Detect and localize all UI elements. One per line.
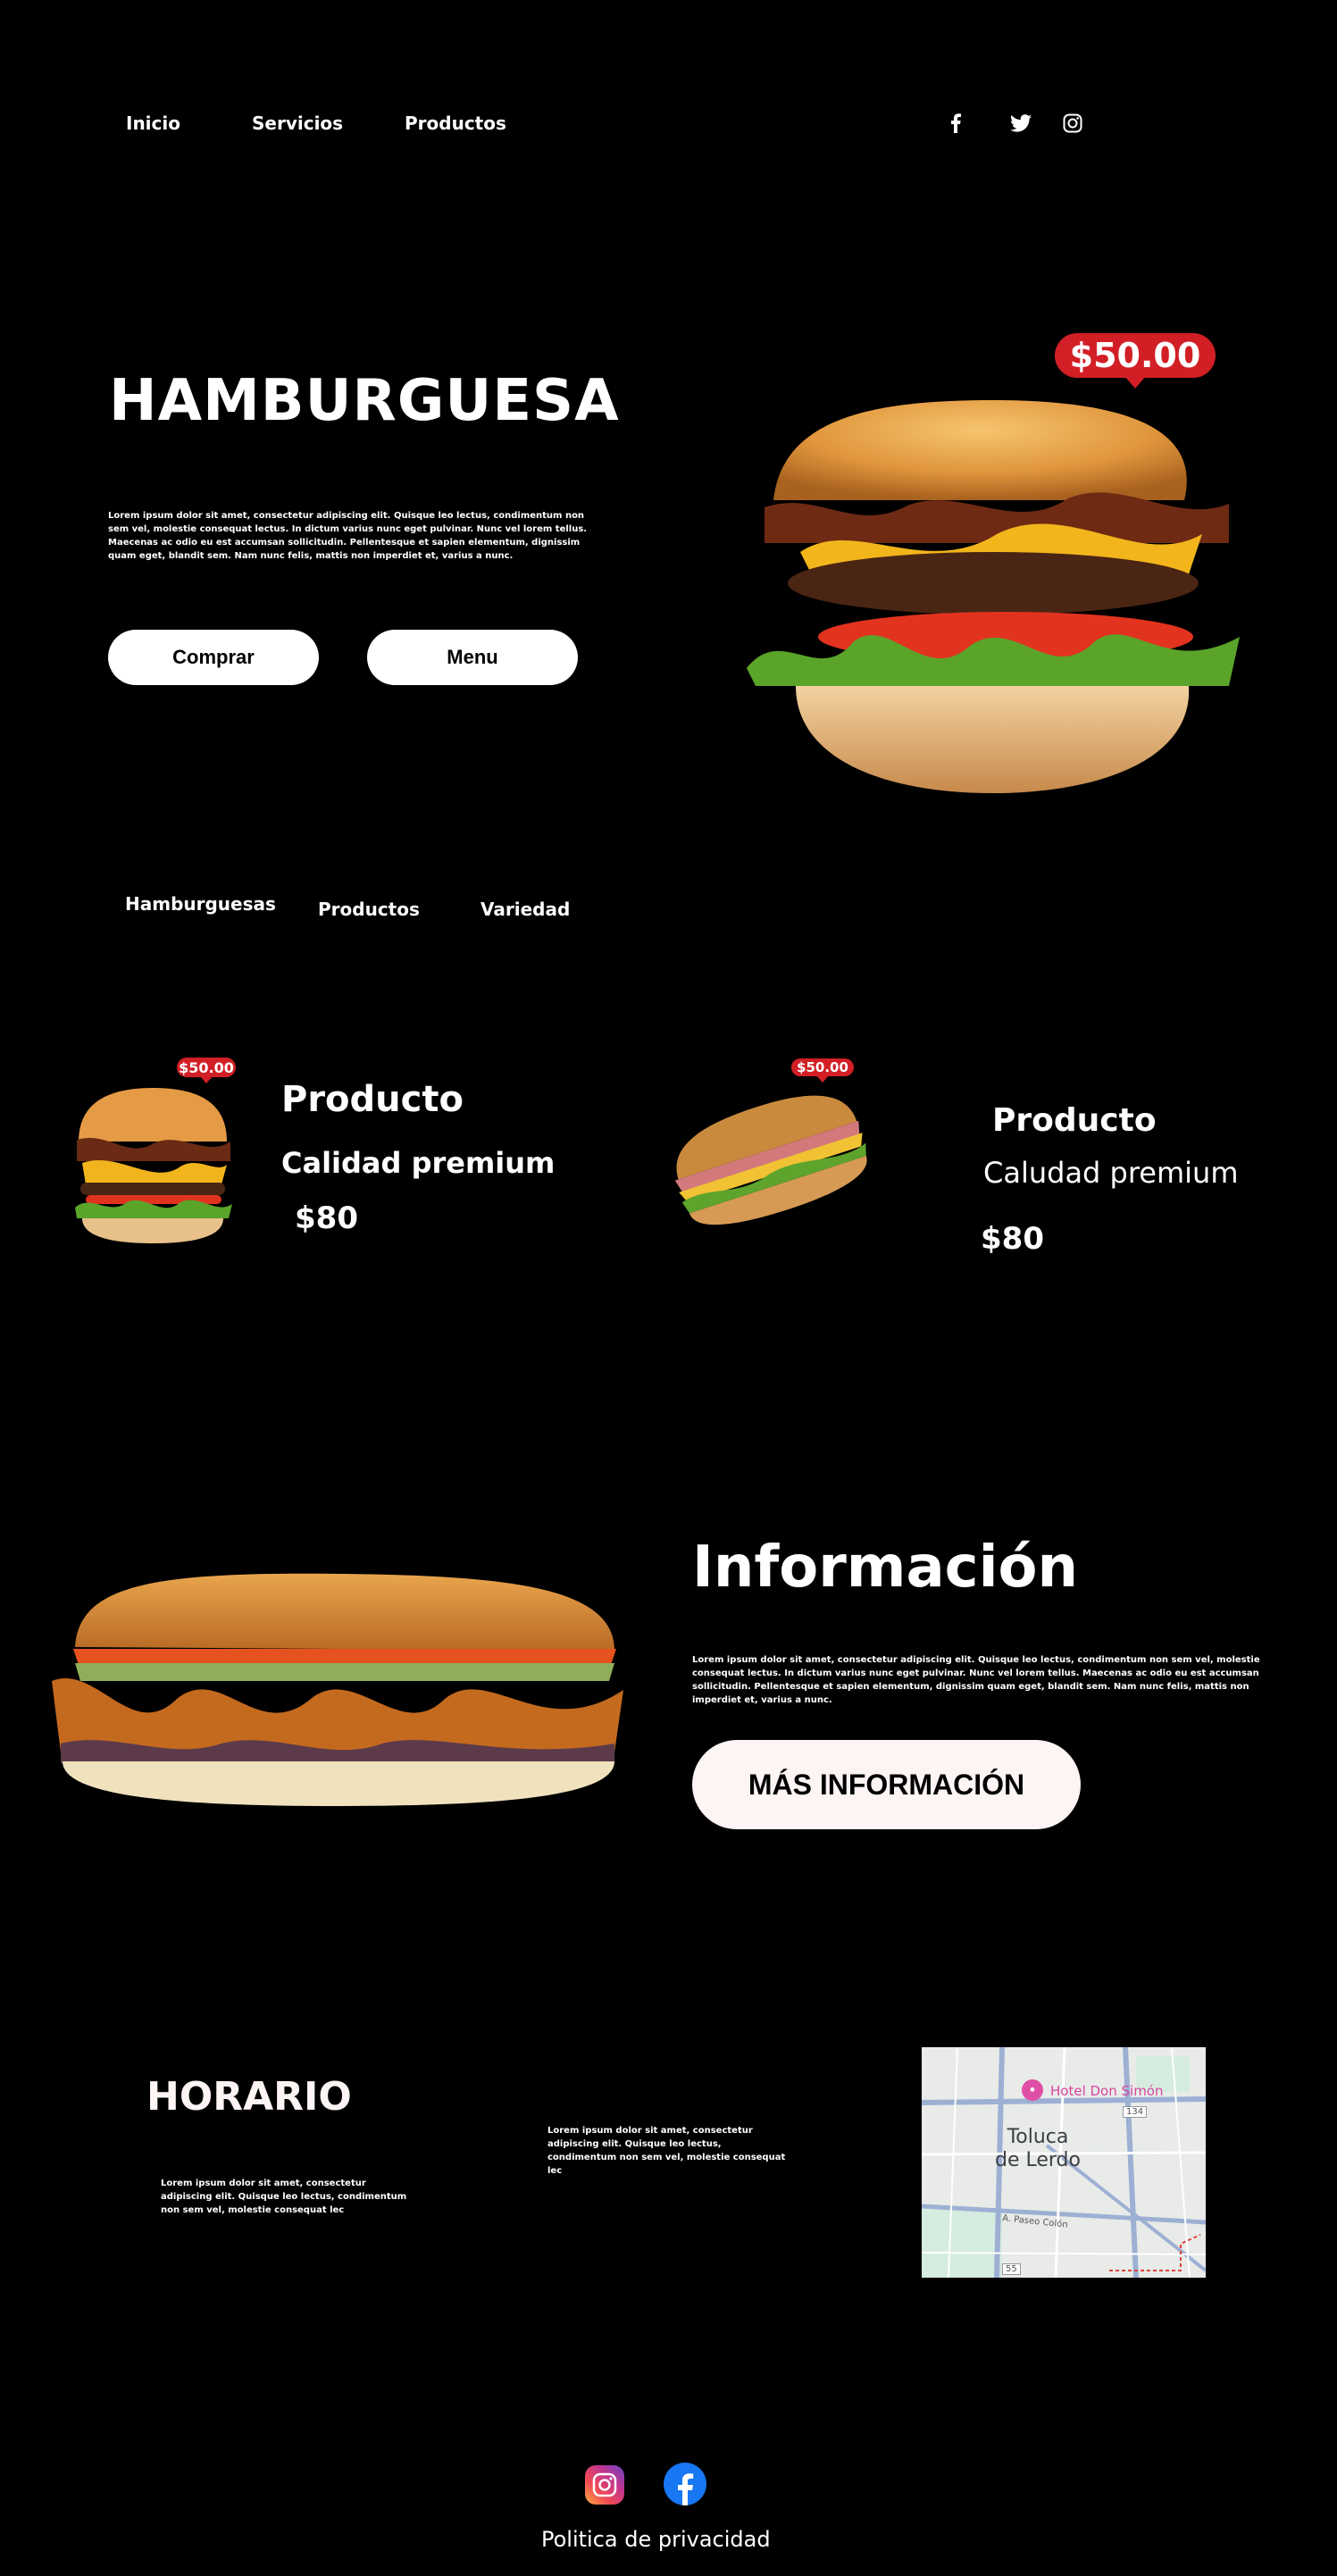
road-shield-134: 134 bbox=[1123, 2106, 1148, 2118]
footer-instagram-icon[interactable] bbox=[585, 2465, 624, 2505]
product-subtitle: Calidad premium bbox=[281, 1146, 556, 1180]
product-price-badge: $50.00 bbox=[177, 1058, 236, 1077]
schedule-title: HORARIO bbox=[146, 2074, 352, 2120]
footer-facebook-icon[interactable] bbox=[664, 2463, 706, 2505]
info-sandwich-image bbox=[52, 1573, 623, 1806]
product-price: $80 bbox=[295, 1200, 358, 1236]
nav-inicio[interactable]: Inicio bbox=[126, 113, 180, 134]
twitter-icon[interactable] bbox=[1008, 111, 1033, 136]
info-title: Información bbox=[692, 1535, 1079, 1601]
info-description: Lorem ipsum dolor sit amet, consectetur … bbox=[692, 1655, 1260, 1705]
schedule-text-center: Lorem ipsum dolor sit amet, consectetur … bbox=[547, 2126, 786, 2176]
nav-servicios[interactable]: Servicios bbox=[252, 113, 343, 134]
facebook-icon[interactable] bbox=[943, 111, 968, 136]
schedule-text-left: Lorem ipsum dolor sit amet, consectetur … bbox=[161, 2179, 407, 2215]
location-map[interactable]: ⚫ Hotel Don Simón Toluca de Lerdo 134 A.… bbox=[922, 2047, 1206, 2278]
hero-burger-image bbox=[747, 400, 1240, 793]
category-hamburguesas[interactable]: Hamburguesas bbox=[125, 893, 276, 915]
product-burger-image bbox=[75, 1088, 232, 1243]
instagram-icon[interactable] bbox=[1060, 111, 1085, 136]
menu-button[interactable]: Menu bbox=[367, 630, 578, 685]
product-sandwich-image bbox=[674, 1095, 867, 1225]
product-name: Producto bbox=[992, 1102, 1157, 1139]
nav-productos[interactable]: Productos bbox=[405, 113, 506, 134]
category-variedad[interactable]: Variedad bbox=[480, 899, 570, 920]
category-productos[interactable]: Productos bbox=[318, 899, 420, 920]
product-subtitle: Caludad premium bbox=[983, 1156, 1239, 1190]
more-info-button[interactable]: MÁS INFORMACIÓN bbox=[692, 1740, 1081, 1829]
hero-description: Lorem ipsum dolor sit amet, consectetur … bbox=[108, 511, 588, 561]
product-price: $80 bbox=[981, 1221, 1044, 1257]
product-price-badge: $50.00 bbox=[791, 1058, 854, 1076]
hero-price-badge: $50.00 bbox=[1055, 333, 1216, 378]
buy-button[interactable]: Comprar bbox=[108, 630, 319, 685]
privacy-policy-link[interactable]: Politica de privacidad bbox=[541, 2527, 771, 2552]
map-poi-label: Hotel Don Simón bbox=[1050, 2083, 1164, 2099]
hero-title: HAMBURGUESA bbox=[109, 368, 620, 434]
hotel-pin-icon: ⚫ bbox=[1022, 2079, 1043, 2101]
road-shield-55: 55 bbox=[1002, 2263, 1021, 2275]
map-city-label: Toluca de Lerdo bbox=[995, 2126, 1081, 2171]
product-name: Producto bbox=[281, 1079, 464, 1120]
